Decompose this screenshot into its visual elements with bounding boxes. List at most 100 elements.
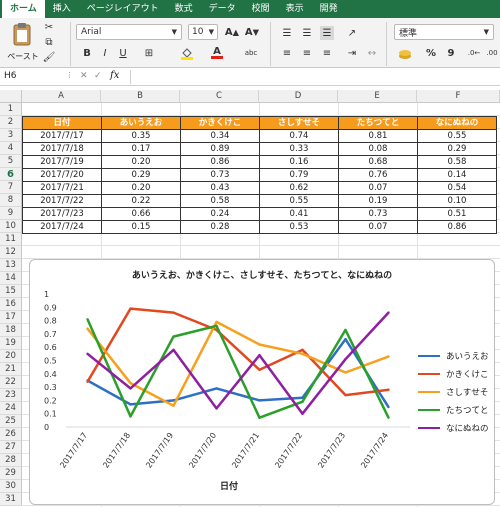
tab-formulas[interactable]: 数式	[167, 0, 201, 18]
currency-icon[interactable]	[398, 47, 412, 61]
table-header-cell[interactable]: たちつてと	[339, 117, 418, 130]
row-header[interactable]: 31	[0, 493, 22, 506]
row-header[interactable]: 18	[0, 324, 22, 337]
table-cell[interactable]: 0.62	[260, 182, 339, 195]
table-cell[interactable]: 0.34	[181, 130, 260, 143]
row-header[interactable]: 23	[0, 389, 22, 402]
table-cell[interactable]: 0.19	[339, 195, 418, 208]
fill-color-icon[interactable]	[180, 46, 194, 60]
tab-home[interactable]: ホーム	[2, 0, 45, 18]
row-header[interactable]: 13	[0, 259, 22, 272]
table-header-cell[interactable]: 日付	[23, 117, 102, 130]
table-cell[interactable]: 2017/7/17	[23, 130, 102, 143]
shrink-font-icon[interactable]: A ▼	[244, 25, 260, 39]
enter-icon[interactable]: ✓	[94, 71, 102, 81]
row-header[interactable]: 16	[0, 298, 22, 311]
table-cell[interactable]: 0.20	[102, 182, 181, 195]
table-cell[interactable]: 0.15	[102, 221, 181, 234]
row-header[interactable]: 29	[0, 467, 22, 480]
row-header[interactable]: 24	[0, 402, 22, 415]
font-size-select[interactable]: 10 ▼	[188, 24, 218, 40]
table-cell[interactable]: 0.35	[102, 130, 181, 143]
row-header[interactable]: 5	[0, 155, 22, 168]
formula-input[interactable]	[130, 70, 496, 84]
copy-icon[interactable]: ⧉	[42, 35, 56, 49]
table-cell[interactable]: 2017/7/22	[23, 195, 102, 208]
table-header-cell[interactable]: なにぬねの	[418, 117, 497, 130]
align-left-icon[interactable]: ≡	[280, 46, 294, 60]
row-header[interactable]: 14	[0, 272, 22, 285]
table-cell[interactable]: 0.76	[339, 169, 418, 182]
column-header-e[interactable]: E	[338, 90, 417, 103]
align-top-icon[interactable]: ☰	[280, 26, 294, 40]
tab-data[interactable]: データ	[201, 0, 244, 18]
table-cell[interactable]: 0.20	[102, 156, 181, 169]
format-painter-icon[interactable]: 🖌	[42, 50, 56, 64]
column-header-d[interactable]: D	[259, 90, 338, 103]
table-cell[interactable]: 0.53	[260, 221, 339, 234]
phonetic-icon[interactable]: abc	[242, 46, 260, 60]
align-bottom-icon[interactable]: ☰	[320, 26, 334, 40]
align-center-icon[interactable]: ≡	[300, 46, 314, 60]
table-cell[interactable]: 0.17	[102, 143, 181, 156]
table-cell[interactable]: 0.07	[339, 221, 418, 234]
table-cell[interactable]: 0.51	[418, 208, 497, 221]
row-header[interactable]: 6	[0, 168, 22, 181]
column-header-f[interactable]: F	[417, 90, 500, 103]
table-cell[interactable]: 0.74	[260, 130, 339, 143]
table-cell[interactable]: 0.79	[260, 169, 339, 182]
row-header[interactable]: 27	[0, 441, 22, 454]
table-cell[interactable]: 2017/7/24	[23, 221, 102, 234]
row-header[interactable]: 22	[0, 376, 22, 389]
font-name-select[interactable]: Arial ▼	[76, 24, 182, 40]
table-cell[interactable]: 2017/7/23	[23, 208, 102, 221]
table-cell[interactable]: 0.89	[181, 143, 260, 156]
tab-developer[interactable]: 開発	[312, 0, 346, 18]
table-cell[interactable]: 0.28	[181, 221, 260, 234]
table-cell[interactable]: 0.08	[339, 143, 418, 156]
table-cell[interactable]: 0.24	[181, 208, 260, 221]
table-cell[interactable]: 0.55	[418, 130, 497, 143]
column-header-b[interactable]: B	[101, 90, 180, 103]
grow-font-icon[interactable]: A ▲	[224, 25, 240, 39]
table-cell[interactable]: 0.29	[418, 143, 497, 156]
table-cell[interactable]: 2017/7/18	[23, 143, 102, 156]
row-header[interactable]: 8	[0, 194, 22, 207]
select-all-corner[interactable]	[0, 90, 22, 103]
table-cell[interactable]: 0.86	[181, 156, 260, 169]
row-header[interactable]: 11	[0, 233, 22, 246]
row-header[interactable]: 17	[0, 311, 22, 324]
number-format-select[interactable]: 標準 ▼	[394, 24, 494, 40]
table-cell[interactable]: 0.10	[418, 195, 497, 208]
name-box[interactable]: H6	[4, 71, 17, 81]
row-header[interactable]: 20	[0, 350, 22, 363]
comma-style-icon[interactable]: 9	[444, 46, 458, 60]
tab-page-layout[interactable]: ページレイアウト	[79, 0, 167, 18]
row-header[interactable]: 4	[0, 142, 22, 155]
table-cell[interactable]: 0.86	[418, 221, 497, 234]
tab-review[interactable]: 校閲	[244, 0, 278, 18]
table-cell[interactable]: 2017/7/19	[23, 156, 102, 169]
percent-icon[interactable]: %	[424, 46, 438, 60]
table-cell[interactable]: 0.29	[102, 169, 181, 182]
cut-icon[interactable]: ✂	[42, 20, 56, 34]
table-cell[interactable]: 0.07	[339, 182, 418, 195]
table-cell[interactable]: 0.43	[181, 182, 260, 195]
table-header-cell[interactable]: かきくけこ	[181, 117, 260, 130]
orientation-icon[interactable]: ↗	[345, 26, 359, 40]
name-box-dropdown-icon[interactable]: ⋮	[66, 71, 73, 79]
table-cell[interactable]: 0.22	[102, 195, 181, 208]
indent-icon[interactable]: ⇥	[345, 46, 359, 60]
italic-icon[interactable]: I	[98, 46, 112, 60]
bold-icon[interactable]: B	[80, 46, 94, 60]
table-cell[interactable]: 0.54	[418, 182, 497, 195]
table-cell[interactable]: 0.66	[102, 208, 181, 221]
table-cell[interactable]: 2017/7/21	[23, 182, 102, 195]
table-cell[interactable]: 0.73	[339, 208, 418, 221]
row-header[interactable]: 2	[0, 116, 22, 129]
row-header[interactable]: 19	[0, 337, 22, 350]
row-header[interactable]: 25	[0, 415, 22, 428]
paste-button[interactable]: ペースト	[6, 22, 39, 62]
table-cell[interactable]: 0.41	[260, 208, 339, 221]
row-header[interactable]: 30	[0, 480, 22, 493]
